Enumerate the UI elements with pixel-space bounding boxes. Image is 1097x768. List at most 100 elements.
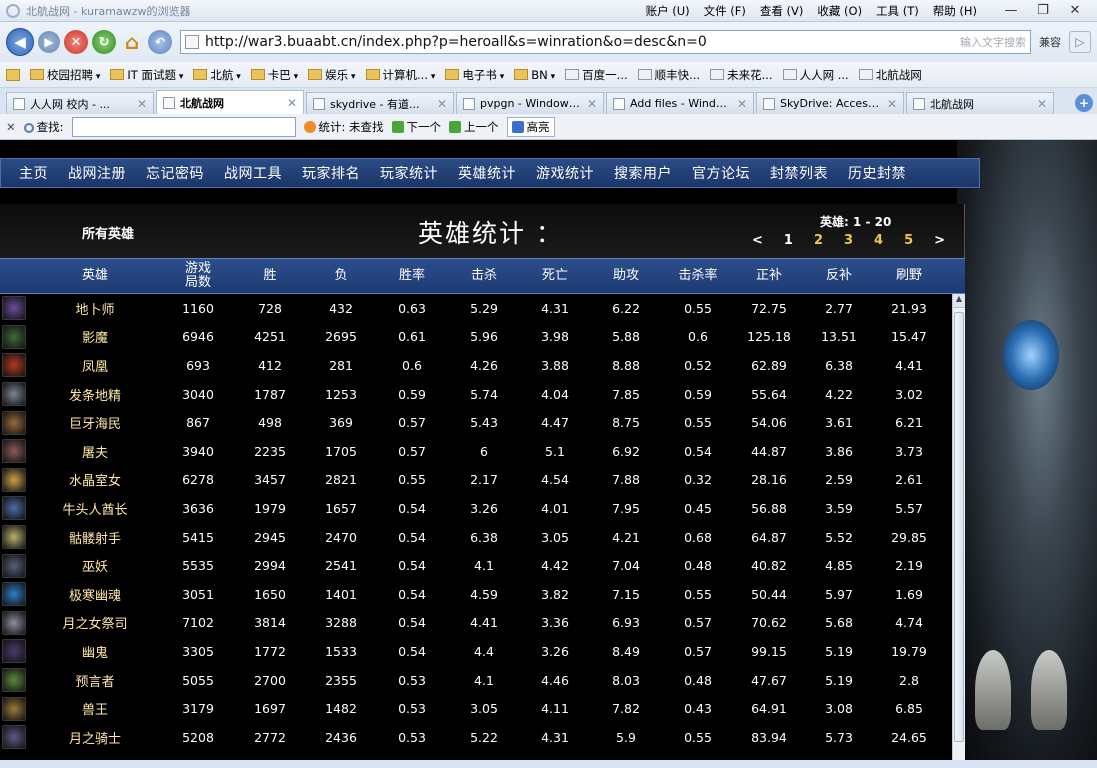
address-url[interactable]: http://war3.buaabt.cn/index.php?p=heroal… (205, 34, 954, 50)
tab-2[interactable]: skydrive - 有道... ✕ (306, 92, 454, 114)
site-nav-link[interactable]: 英雄统计 (458, 163, 516, 183)
hero-name[interactable]: 巨牙海民 (28, 413, 162, 432)
favorite-item[interactable]: 北航战网 (858, 67, 922, 83)
tab-close-icon[interactable]: ✕ (287, 96, 297, 110)
site-nav-link[interactable]: 搜索用户 (614, 163, 672, 183)
hero-name[interactable]: 发条地精 (28, 385, 162, 404)
favorite-item[interactable]: BN ▾ (514, 68, 555, 82)
page-link[interactable]: 3 (844, 233, 853, 248)
column-header[interactable]: 助攻 (590, 269, 662, 283)
site-nav-link[interactable]: 玩家统计 (380, 163, 438, 183)
page-link[interactable]: 4 (874, 233, 883, 248)
find-input[interactable] (71, 116, 296, 137)
close-icon[interactable]: ✕ (1059, 3, 1091, 18)
column-header[interactable]: 刷野 (874, 269, 944, 283)
go-arrow-icon[interactable]: ▷ (1069, 31, 1091, 53)
tab-close-icon[interactable]: ✕ (587, 97, 597, 111)
hero-name[interactable]: 屠夫 (28, 442, 162, 461)
hero-avatar[interactable] (0, 296, 28, 321)
restore-icon[interactable]: ❐ (1027, 3, 1059, 18)
back-button[interactable]: ◀ (6, 28, 34, 56)
find-bar-close-icon[interactable]: ✕ (6, 120, 16, 134)
hero-avatar[interactable] (0, 525, 28, 550)
tab-close-icon[interactable]: ✕ (437, 97, 447, 111)
menu-item[interactable]: 工具 (T) (876, 3, 919, 19)
site-nav-link[interactable]: 游戏统计 (536, 163, 594, 183)
column-header[interactable]: 击杀 (448, 269, 520, 283)
hero-name[interactable]: 地卜师 (28, 299, 162, 318)
favorite-item[interactable]: 百度一... (565, 67, 628, 83)
undo-close-tab-button[interactable]: ↶ (148, 30, 172, 54)
favorite-item[interactable]: 电子书 ▾ (445, 67, 504, 83)
all-heroes-link[interactable]: 所有英雄 (82, 223, 134, 242)
tab-close-icon[interactable]: ✕ (887, 97, 897, 111)
hero-avatar[interactable] (0, 353, 28, 378)
favorite-item[interactable]: 顺丰快... (637, 67, 700, 83)
refresh-button[interactable]: ↻ (92, 30, 116, 54)
column-header[interactable]: 游戏 局数 (162, 262, 234, 290)
page-link[interactable]: 2 (814, 233, 823, 248)
compat-mode-button[interactable]: 兼容 (1035, 34, 1065, 50)
menu-item[interactable]: 查看 (V) (760, 3, 804, 19)
minimize-icon[interactable]: — (995, 3, 1027, 18)
column-header[interactable]: 死亡 (520, 269, 590, 283)
tab-0[interactable]: 人人网 校内 - ... ✕ (6, 92, 154, 114)
address-search-hint[interactable]: 输入文字搜索 (960, 34, 1026, 50)
column-header[interactable]: 胜 (234, 269, 306, 283)
tab-5[interactable]: SkyDrive: Access... ✕ (756, 92, 904, 114)
scroll-up-icon[interactable]: ▲ (953, 294, 965, 308)
hero-avatar[interactable] (0, 668, 28, 693)
site-nav-link[interactable]: 战网注册 (68, 163, 126, 183)
site-nav-link[interactable]: 忘记密码 (146, 163, 204, 183)
tab-6[interactable]: 北航战网 ✕ (906, 92, 1054, 114)
highlight-button[interactable]: 高亮 (506, 116, 555, 137)
favorite-item[interactable]: 娱乐 ▾ (308, 67, 356, 83)
hero-avatar[interactable] (0, 610, 28, 635)
site-nav-link[interactable]: 封禁列表 (770, 163, 828, 183)
page-link[interactable]: 5 (904, 233, 913, 248)
scrollbar-thumb[interactable] (954, 312, 964, 742)
favorite-item[interactable]: 计算机... ▾ (365, 67, 435, 83)
hero-name[interactable]: 预言者 (28, 671, 162, 690)
hero-name[interactable]: 巫妖 (28, 556, 162, 575)
hero-name[interactable]: 兽王 (28, 699, 162, 718)
column-header[interactable]: 胜率 (376, 269, 448, 283)
hero-avatar[interactable] (0, 439, 28, 464)
hero-avatar[interactable] (0, 553, 28, 578)
favorite-item[interactable]: 未来花... (710, 67, 773, 83)
vertical-scrollbar[interactable]: ▲ (952, 294, 965, 760)
home-button[interactable]: ⌂ (120, 30, 144, 54)
tab-close-icon[interactable]: ✕ (137, 97, 147, 111)
hero-name[interactable]: 极寒幽魂 (28, 585, 162, 604)
menu-item[interactable]: 收藏 (O) (817, 3, 862, 19)
hero-name[interactable]: 凤凰 (28, 356, 162, 375)
column-header[interactable]: 负 (306, 269, 376, 283)
hero-avatar[interactable] (0, 639, 28, 664)
menu-item[interactable]: 账户 (U) (646, 3, 690, 19)
address-bar[interactable]: http://war3.buaabt.cn/index.php?p=heroal… (180, 30, 1031, 54)
menu-item[interactable]: 帮助 (H) (933, 3, 977, 19)
favorite-item[interactable]: 人人网 ... (782, 67, 849, 83)
hero-name[interactable]: 影魔 (28, 327, 162, 346)
site-nav-link[interactable]: 官方论坛 (692, 163, 750, 183)
tab-close-icon[interactable]: ✕ (737, 97, 747, 111)
hero-name[interactable]: 幽鬼 (28, 642, 162, 661)
favorites-star-icon[interactable] (6, 68, 20, 81)
tab-close-icon[interactable]: ✕ (1037, 97, 1047, 111)
column-header[interactable]: 击杀率 (662, 269, 734, 283)
site-nav-link[interactable]: 玩家排名 (302, 163, 360, 183)
column-header[interactable]: 反补 (804, 269, 874, 283)
site-nav-link[interactable]: 主页 (19, 163, 48, 183)
tab-1[interactable]: 北航战网 ✕ (156, 90, 304, 114)
hero-avatar[interactable] (0, 725, 28, 750)
stop-button[interactable]: ✕ (64, 30, 88, 54)
hero-name[interactable]: 月之骑士 (28, 728, 162, 747)
find-next-button[interactable]: 下一个 (391, 119, 441, 135)
hero-avatar[interactable] (0, 496, 28, 521)
forward-button[interactable]: ▶ (38, 31, 60, 53)
site-nav-link[interactable]: 战网工具 (224, 163, 282, 183)
hero-avatar[interactable] (0, 467, 28, 492)
menu-item[interactable]: 文件 (F) (704, 3, 746, 19)
favorite-item[interactable]: IT 面试题 ▾ (110, 67, 183, 83)
hero-avatar[interactable] (0, 582, 28, 607)
